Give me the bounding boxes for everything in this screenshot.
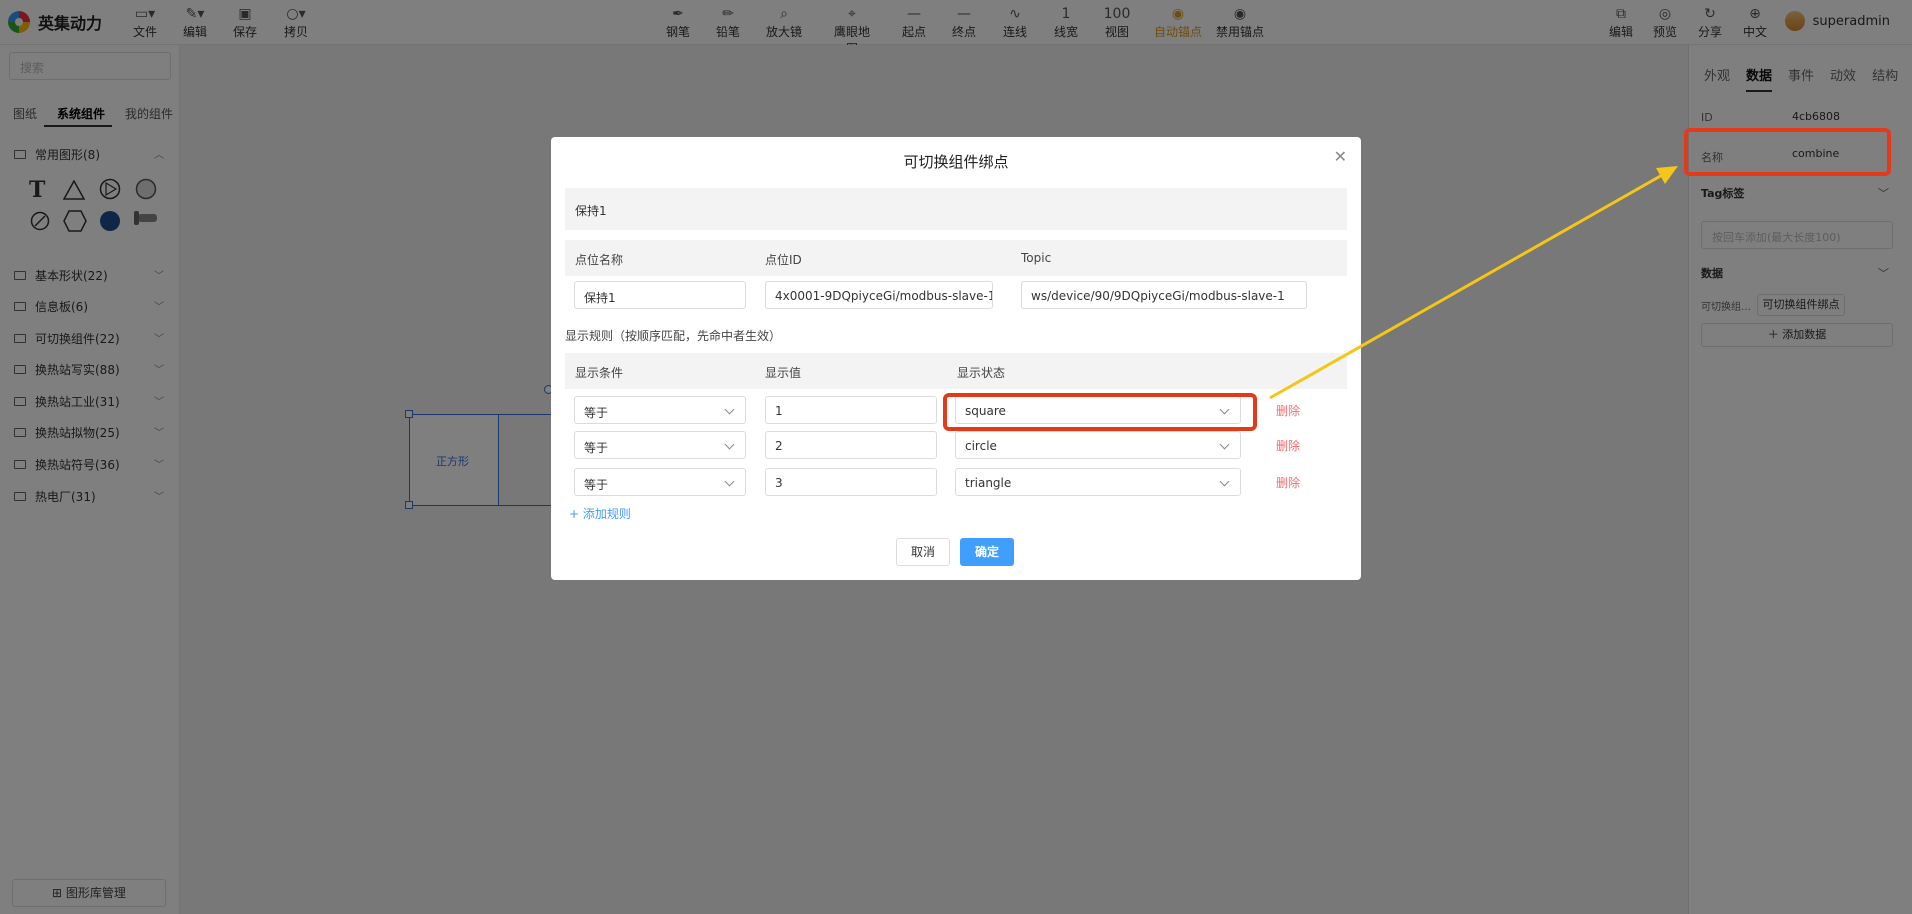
annotation-arrow — [1269, 166, 1678, 400]
